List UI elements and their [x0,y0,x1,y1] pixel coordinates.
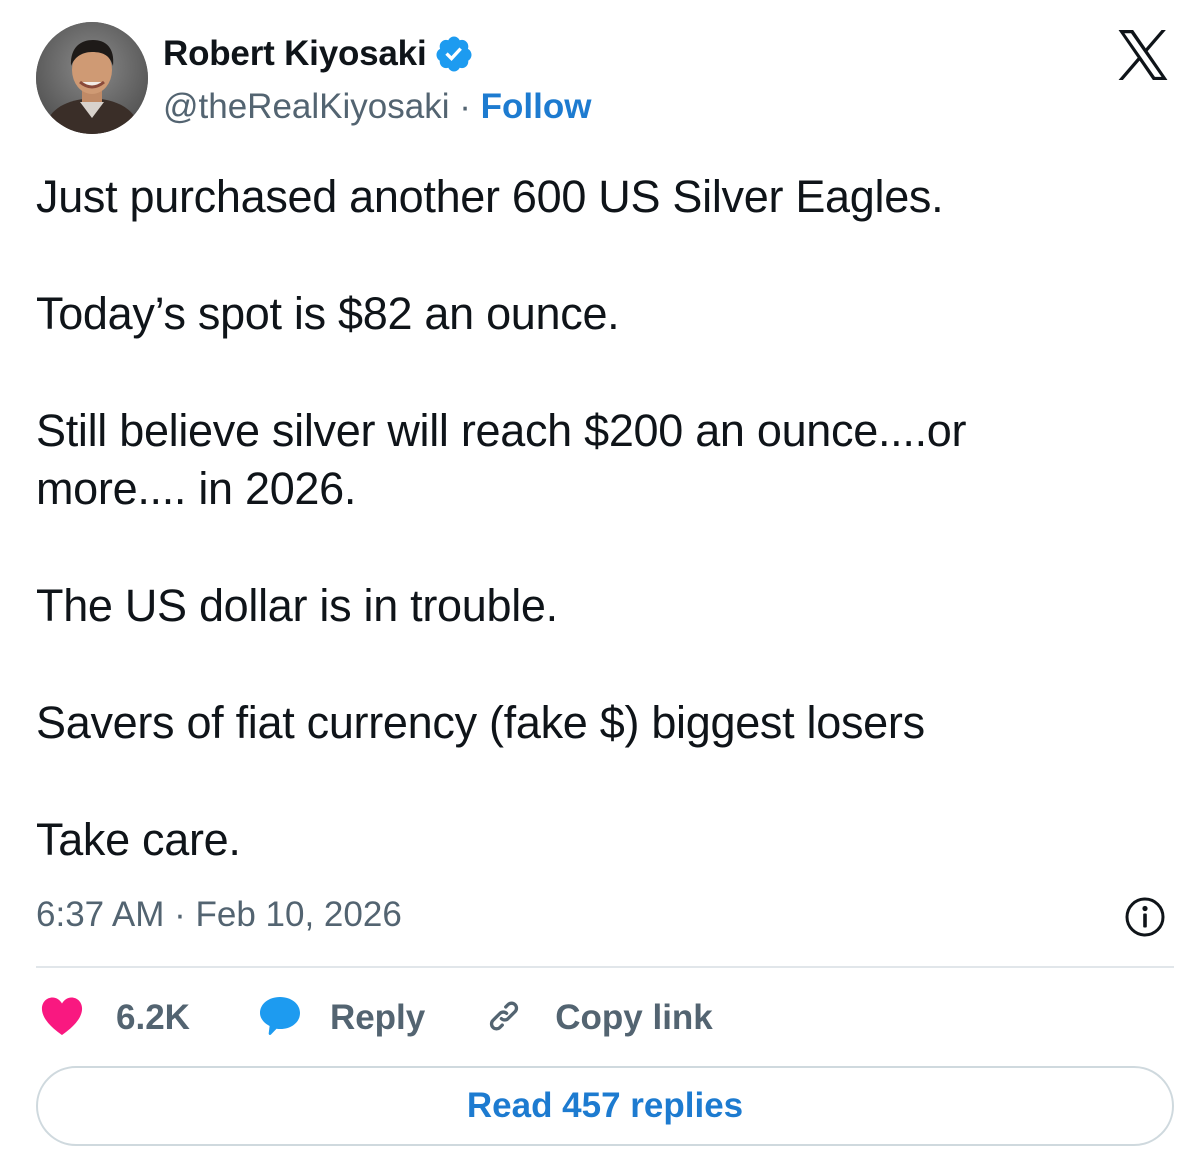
reply-button[interactable]: Reply [258,995,425,1042]
divider [36,966,1174,968]
handle-separator: · [459,87,481,126]
like-count: 6.2K [116,998,190,1037]
tweet-timestamp[interactable]: 6:37 AM · Feb 10, 2026 [36,895,402,935]
tweet-line: Savers of fiat currency (fake $) biggest… [36,697,925,748]
speech-bubble-icon [258,995,302,1042]
tweet-text: Just purchased another 600 US Silver Eag… [36,168,1156,869]
author-handle[interactable]: @theRealKiyosaki [163,87,450,126]
link-icon [483,995,525,1042]
author-handle-row: @theRealKiyosaki · Follow [163,87,591,127]
tweet-embed-card: Robert Kiyosaki @theRealKiyosaki · Follo… [0,0,1200,1154]
copy-link-label: Copy link [555,998,713,1037]
verified-badge-icon [434,34,474,74]
reply-label: Reply [329,998,426,1037]
author-name[interactable]: Robert Kiyosaki [163,34,474,74]
tweet-actions: 6.2K Reply Copy link [40,992,713,1044]
copy-link-button[interactable]: Copy link [483,995,713,1042]
author-name-text: Robert Kiyosaki [163,34,427,73]
read-replies-button[interactable]: Read 457 replies [36,1066,1174,1146]
follow-link[interactable]: Follow [481,87,592,126]
tweet-line: The US dollar is in trouble. [36,580,558,631]
info-icon[interactable] [1124,896,1166,938]
tweet-line: Just purchased another 600 US Silver Eag… [36,171,944,222]
tweet-line: Take care. [36,814,241,865]
like-button[interactable]: 6.2K [40,996,190,1041]
tweet-line: Still believe silver will reach $200 an … [36,405,967,456]
tweet-line: more.... in 2026. [36,463,357,514]
x-logo-icon[interactable] [1116,30,1170,80]
heart-icon [40,996,84,1041]
author-avatar[interactable] [36,22,148,134]
tweet-line: Today’s spot is $82 an ounce. [36,288,620,339]
